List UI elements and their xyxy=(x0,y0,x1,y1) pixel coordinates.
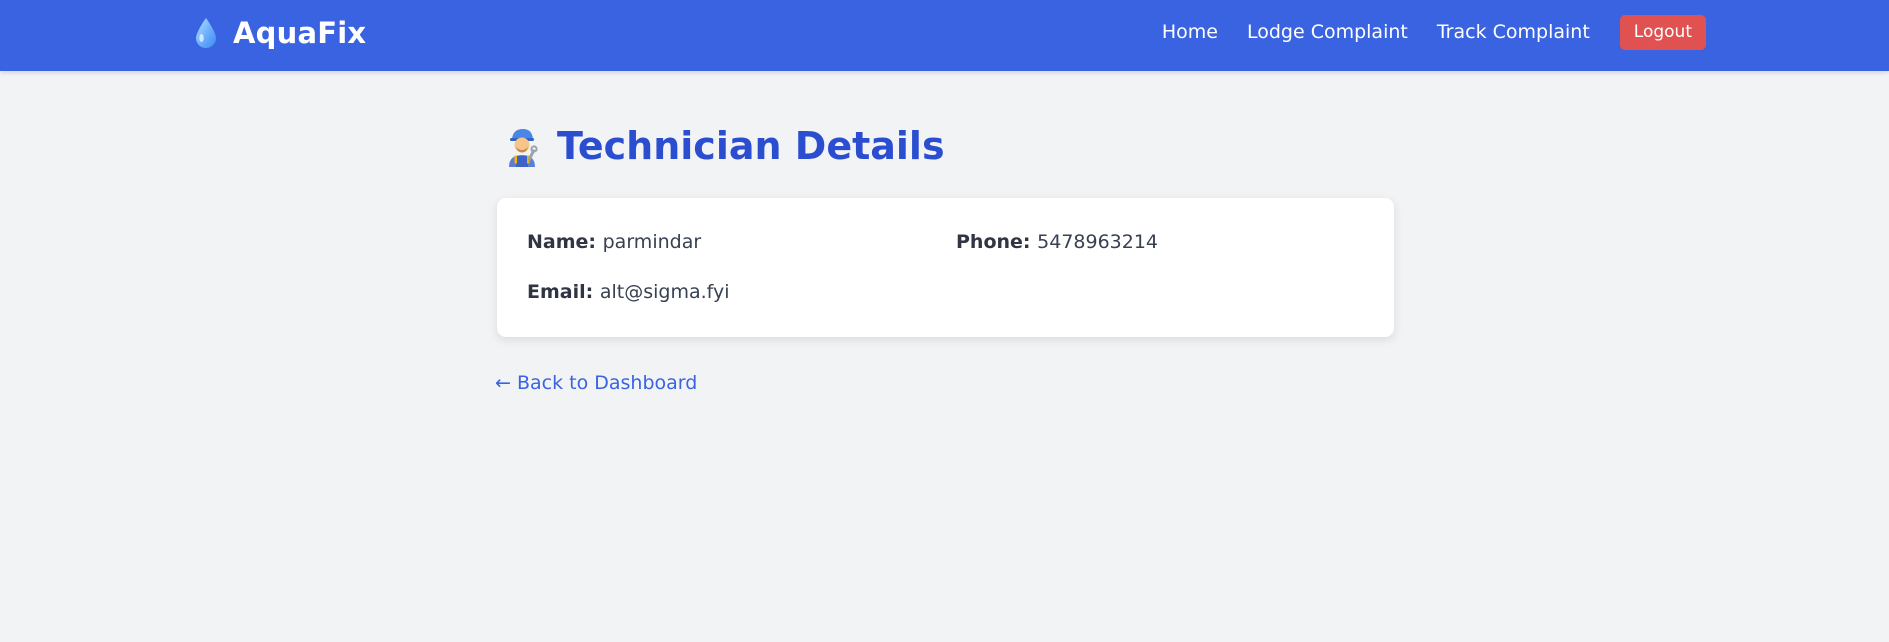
technician-name-field: Name: parmindar xyxy=(527,229,701,255)
name-label: Name: xyxy=(527,231,603,253)
page-title: Technician Details xyxy=(503,120,945,172)
phone-value: 5478963214 xyxy=(1037,231,1159,253)
technician-details-card: Name: parmindar Phone: 5478963214 Email:… xyxy=(497,198,1394,337)
nav-link-home[interactable]: Home xyxy=(1162,14,1218,50)
phone-label: Phone: xyxy=(956,231,1038,253)
water-drop-icon xyxy=(193,16,219,50)
page-title-text: Technician Details xyxy=(557,124,945,168)
back-to-dashboard-link[interactable]: ← Back to Dashboard xyxy=(495,370,697,396)
technician-icon xyxy=(503,125,541,167)
name-value: parmindar xyxy=(602,231,702,253)
technician-phone-field: Phone: 5478963214 xyxy=(956,229,1158,255)
brand-name: AquaFix xyxy=(233,16,367,50)
top-navbar: AquaFix Home Lodge Complaint Track Compl… xyxy=(0,0,1889,71)
nav-link-lodge-complaint[interactable]: Lodge Complaint xyxy=(1247,14,1408,50)
technician-email-field: Email: alt@sigma.fyi xyxy=(527,279,730,305)
email-value: alt@sigma.fyi xyxy=(599,281,730,303)
email-label: Email: xyxy=(527,281,600,303)
nav-links: Home Lodge Complaint Track Complaint Log… xyxy=(1162,14,1706,50)
brand[interactable]: AquaFix xyxy=(193,14,366,52)
logout-button[interactable]: Logout xyxy=(1619,14,1706,50)
nav-link-track-complaint[interactable]: Track Complaint xyxy=(1437,14,1590,50)
